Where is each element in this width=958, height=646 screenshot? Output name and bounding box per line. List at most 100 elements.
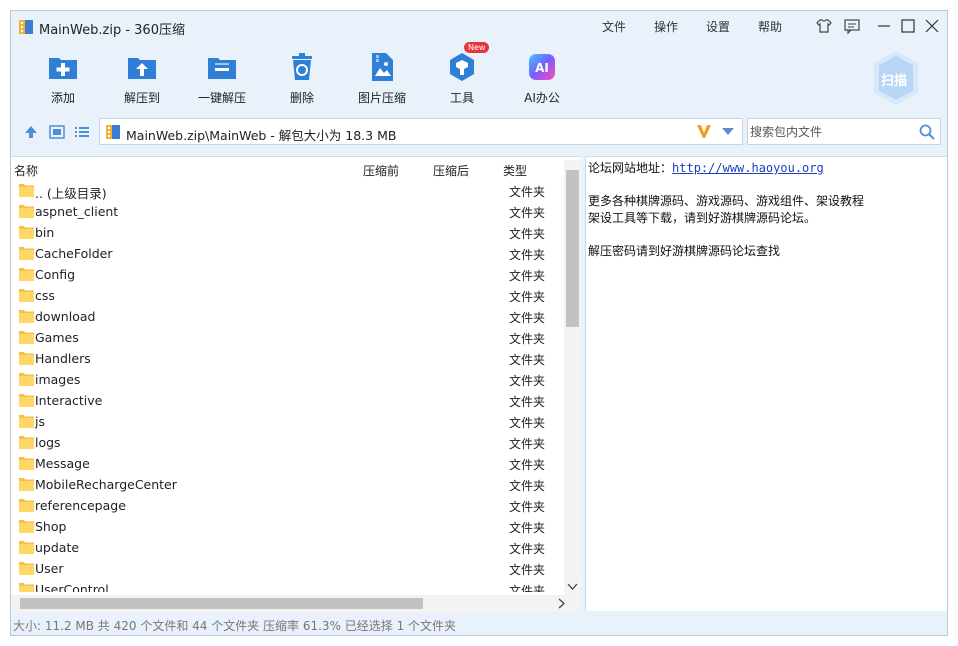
file-type: 文件夹 [509,290,546,304]
thumbnail-view-icon[interactable] [49,124,65,140]
table-row[interactable]: referencepage 文件夹 [11,495,564,516]
extract-to-button[interactable]: 解压到 [111,51,173,107]
address-bar[interactable]: MainWeb.zip\MainWeb - 解包大小为 18.3 MB [99,118,743,145]
v-logo-icon[interactable] [695,122,713,140]
list-view-icon[interactable] [74,124,90,140]
file-type: 文件夹 [509,542,546,556]
vertical-scroll-thumb[interactable] [566,170,579,327]
comment-line-2: 更多各种棋牌源码、游戏源码、游戏组件、架设教程 [588,194,865,208]
folder-icon [19,499,34,512]
table-row[interactable]: js 文件夹 [11,411,564,432]
folder-icon [19,562,34,575]
file-name: User [35,561,64,576]
folder-icon [19,247,34,260]
file-name: UserControl [35,582,109,592]
folder-icon [19,436,34,449]
table-row[interactable]: Shop 文件夹 [11,516,564,537]
file-rows: .. (上级目录) 文件夹 aspnet_client 文件夹 bin 文件夹 CacheF… [11,180,564,592]
image-compress-button[interactable]: 图片压缩 [351,51,413,107]
search-icon[interactable] [918,123,936,141]
delete-button[interactable]: 删除 [271,51,333,107]
close-icon[interactable] [923,17,941,35]
folder-icon [19,205,34,218]
file-type: 文件夹 [509,269,546,283]
file-name: CacheFolder [35,246,113,261]
menu-help[interactable]: 帮助 [758,18,782,35]
horizontal-scrollbar[interactable] [11,595,581,612]
table-row[interactable]: logs 文件夹 [11,432,564,453]
table-row[interactable]: User 文件夹 [11,558,564,579]
table-row[interactable]: download 文件夹 [11,306,564,327]
add-button[interactable]: 添加 [32,51,94,107]
table-row[interactable]: aspnet_client 文件夹 [11,201,564,222]
scroll-down-icon[interactable] [567,582,578,592]
file-name: js [35,414,45,429]
file-name: css [35,288,55,303]
forum-line: 论坛网站地址：http://www.haoyou.org [588,160,945,177]
address-path: MainWeb.zip\MainWeb - 解包大小为 18.3 MB [126,128,397,143]
one-click-extract-button[interactable]: 一键解压 [191,51,253,107]
table-row[interactable]: .. (上级目录) 文件夹 [11,180,564,201]
archive-comment-panel: 论坛网站地址：http://www.haoyou.org 更多各种棋牌源码、游戏… [585,156,947,611]
folder-icon [19,310,34,323]
table-row[interactable]: bin 文件夹 [11,222,564,243]
minimize-icon[interactable] [875,17,893,35]
horizontal-scroll-thumb[interactable] [20,598,423,609]
feedback-icon[interactable] [843,17,861,35]
skin-icon[interactable] [815,17,833,35]
file-type: 文件夹 [509,185,546,199]
table-row[interactable]: Handlers 文件夹 [11,348,564,369]
scroll-right-icon[interactable] [557,598,567,609]
scan-button[interactable]: 扫描 [871,49,921,107]
column-header-before[interactable]: 压缩前 [363,162,399,179]
menu-settings[interactable]: 设置 [706,18,730,35]
tools-label: 工具 [449,91,474,105]
table-row[interactable]: CacheFolder 文件夹 [11,243,564,264]
tools-icon [450,53,474,81]
status-bar: 大小: 11.2 MB 共 420 个文件和 44 个文件夹 压缩率 61.3%… [13,619,457,633]
chevron-down-icon[interactable] [722,128,734,135]
file-name: referencepage [35,498,126,513]
table-row[interactable]: Games 文件夹 [11,327,564,348]
column-header-type[interactable]: 类型 [503,162,527,179]
up-arrow-icon[interactable] [23,124,39,140]
search-box[interactable] [747,118,941,145]
svg-text:AI: AI [535,61,549,75]
folder-icon [19,478,34,491]
search-input[interactable] [750,123,910,141]
table-row[interactable]: Message 文件夹 [11,453,564,474]
add-label: 添加 [50,91,75,105]
menu-operation[interactable]: 操作 [654,18,678,35]
forum-link[interactable]: http://www.haoyou.org [672,161,824,175]
table-row[interactable]: MobileRechargeCenter 文件夹 [11,474,564,495]
vertical-scrollbar[interactable] [564,160,581,595]
file-name: aspnet_client [35,204,119,219]
tools-button[interactable]: 工具 [431,51,493,107]
image-compress-label: 图片压缩 [357,91,406,105]
column-header-name[interactable]: 名称 [14,162,38,179]
table-row[interactable]: css 文件夹 [11,285,564,306]
scan-label: 扫描 [881,74,908,89]
extract-to-label: 解压到 [123,91,160,105]
column-header-after[interactable]: 压缩后 [433,162,469,179]
folder-icon [19,226,34,239]
table-row[interactable]: Config 文件夹 [11,264,564,285]
folder-icon [19,415,34,428]
file-type: 文件夹 [509,374,546,388]
maximize-icon[interactable] [899,17,917,35]
folder-icon [19,352,34,365]
table-row[interactable]: UserControl 文件夹 [11,579,564,592]
file-name: Handlers [35,351,91,366]
table-row[interactable]: update 文件夹 [11,537,564,558]
file-type: 文件夹 [509,311,546,325]
file-type: 文件夹 [509,500,546,514]
image-compress-icon [372,53,393,81]
menu-file[interactable]: 文件 [602,18,626,35]
file-type: 文件夹 [509,248,546,262]
ai-office-button[interactable]: AI AI办公 [511,51,573,107]
file-name: download [35,309,96,324]
ai-office-label: AI办公 [524,91,560,105]
table-row[interactable]: Interactive 文件夹 [11,390,564,411]
table-row[interactable]: images 文件夹 [11,369,564,390]
file-name: Config [35,267,76,282]
